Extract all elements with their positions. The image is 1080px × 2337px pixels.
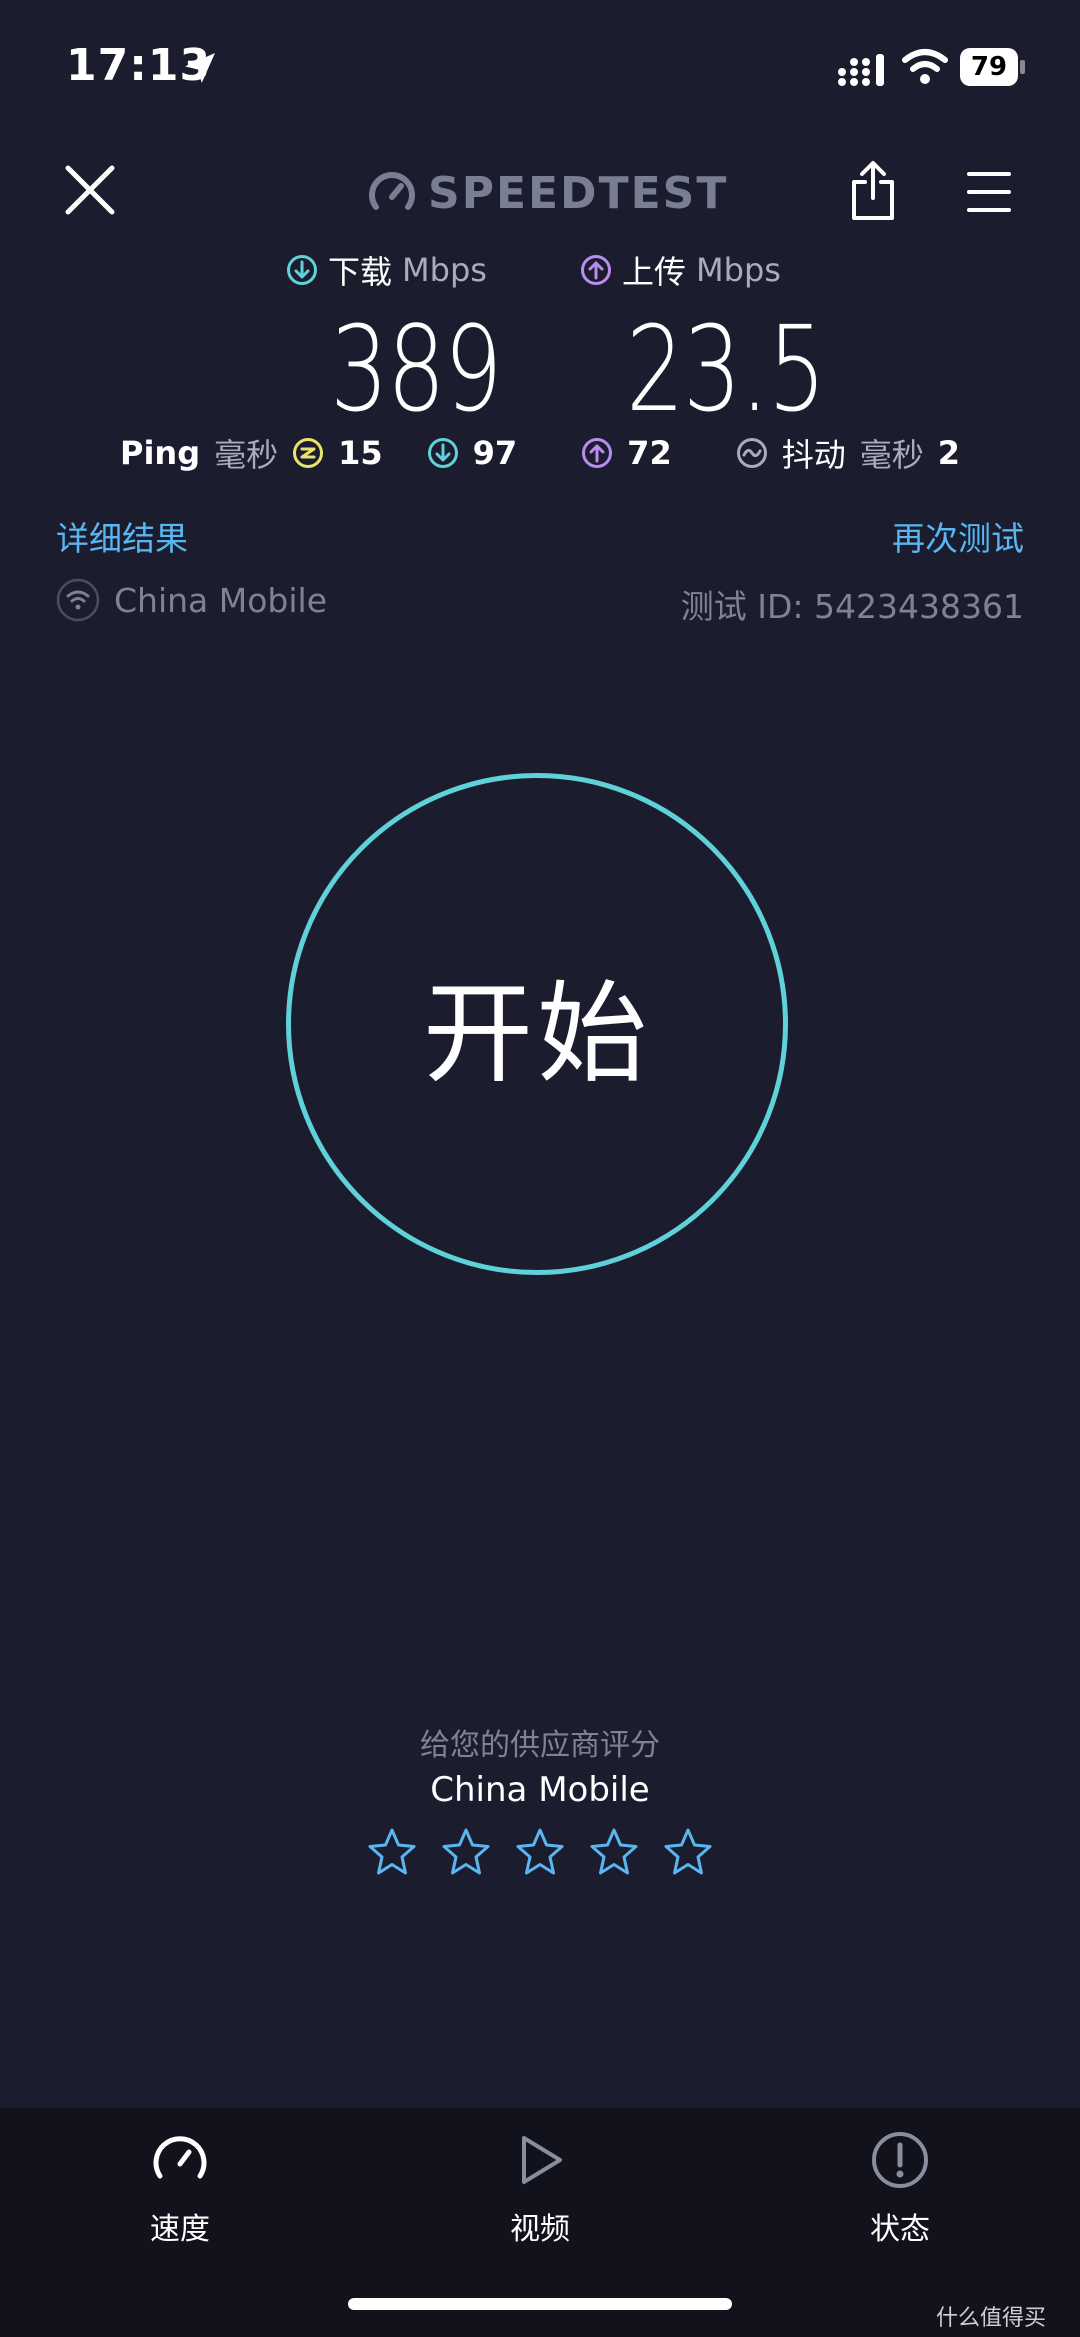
upload-label: 上传 Mbps (580, 248, 781, 292)
jitter-icon (736, 438, 767, 468)
star-icon[interactable] (514, 1826, 566, 1878)
isp-info: China Mobile (56, 578, 327, 622)
tab-status-label: 状态 (870, 2212, 930, 2247)
battery-indicator: 79 (960, 48, 1026, 88)
rating-stars (0, 1826, 1080, 1878)
start-test-button[interactable]: 开始 (286, 773, 788, 1275)
gauge-logo-icon (369, 172, 415, 210)
tab-speed-label: 速度 (150, 2212, 210, 2247)
cellular-signal-icon (838, 54, 884, 86)
idle-ping-icon (293, 438, 324, 468)
download-unit: Mbps (402, 251, 487, 289)
wifi-circle-icon (56, 578, 100, 622)
jitter-label: 抖动 (781, 436, 846, 474)
download-value: 389 (330, 300, 503, 438)
star-icon[interactable] (366, 1826, 418, 1878)
upload-label-text: 上传 (622, 253, 687, 291)
tab-video-label: 视频 (510, 2212, 570, 2247)
ping-label: Ping (119, 434, 201, 472)
menu-button[interactable] (966, 170, 1012, 214)
start-test-label: 开始 (423, 970, 651, 1098)
home-indicator[interactable] (348, 2298, 732, 2310)
wifi-icon (902, 49, 948, 84)
download-arrow-icon (287, 255, 317, 285)
tab-speed[interactable]: 速度 (90, 2130, 270, 2248)
upload-value: 23.5 (626, 300, 826, 438)
speedometer-icon (153, 2136, 207, 2179)
download-label-text: 下载 (328, 253, 393, 291)
battery-level: 79 (960, 48, 1018, 86)
close-button[interactable] (60, 160, 120, 220)
tab-status[interactable]: 状态 (810, 2130, 990, 2248)
ping-row: Ping 毫秒 15 97 72 抖动 毫秒 2 (0, 430, 1080, 476)
retest-link[interactable]: 再次测试 (892, 512, 1024, 560)
isp-name: China Mobile (114, 580, 328, 620)
test-id: 测试 ID: 5423438361 (680, 587, 1024, 626)
ping-idle-value: 15 (338, 434, 383, 472)
rating-prompt: 给您的供应商评分 (420, 1728, 660, 1763)
ping-download-value: 97 (472, 434, 518, 472)
location-arrow-icon (185, 53, 215, 83)
watermark: 什么值得买 (936, 2306, 1047, 2331)
download-label: 下载 Mbps (286, 248, 487, 292)
star-icon[interactable] (588, 1826, 640, 1878)
download-ping-icon (427, 438, 458, 468)
star-icon[interactable] (662, 1826, 714, 1878)
alert-icon (872, 2132, 928, 2188)
rating-isp-name: China Mobile (430, 1770, 650, 1810)
logo-text: SPEEDTEST (428, 167, 729, 219)
jitter-value: 2 (937, 434, 960, 472)
play-icon (522, 2136, 562, 2184)
upload-arrow-icon (581, 255, 611, 285)
upload-unit: Mbps (696, 251, 781, 289)
upload-ping-icon (582, 438, 613, 468)
ping-upload-value: 72 (627, 434, 672, 472)
ping-unit: 毫秒 (214, 436, 279, 474)
speedtest-logo: SPEEDTEST (368, 167, 729, 219)
jitter-unit: 毫秒 (859, 436, 924, 474)
share-button[interactable] (848, 160, 898, 222)
detailed-results-link[interactable]: 详细结果 (56, 512, 188, 560)
tab-video[interactable]: 视频 (450, 2130, 630, 2248)
star-icon[interactable] (440, 1826, 492, 1878)
